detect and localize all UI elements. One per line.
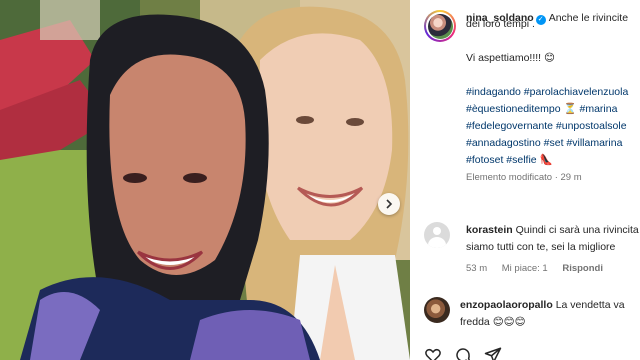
comment-username[interactable]: enzopaolaoropallo — [460, 299, 553, 311]
comment-username[interactable]: korastein — [466, 224, 513, 236]
hashtags-line-3[interactable]: #fedelegovernante #unpostoalsole — [466, 118, 640, 135]
comment-text-line-2: siamo tutti con te, sei la migliore — [466, 241, 616, 253]
hashtags-line-4[interactable]: #annadagostino #set #villamarina — [466, 135, 640, 152]
edited-time: · 29 m — [554, 172, 582, 183]
next-photo-button[interactable] — [378, 193, 400, 215]
reply-button[interactable]: Rispondi — [562, 263, 603, 274]
caption-text: dei loro tempi . Vi aspettiamo!!!! 😊 #in… — [466, 16, 640, 186]
edited-status: Elemento modificato · 29 m — [466, 169, 640, 186]
commenter-avatar[interactable] — [424, 297, 450, 323]
post-details-panel: nina_soldano ✓ Anche le rivincite dei loro… — [410, 0, 640, 360]
comment-icon[interactable] — [454, 346, 472, 360]
comment-text-line-1: La vendetta va — [555, 299, 625, 311]
comment-time: 53 m — [466, 263, 488, 274]
comment-text-line-2: fredda 😊😊😊 — [460, 316, 526, 328]
comment-item: enzopaolaoropallo La vendetta va fredda … — [424, 297, 640, 331]
author-avatar[interactable] — [424, 10, 456, 42]
default-avatar-icon[interactable] — [424, 222, 450, 248]
comment-text-line-1: Quindi ci sarà una rivincita — [515, 224, 639, 236]
paper-plane-icon[interactable] — [484, 346, 502, 360]
comment-likes[interactable]: Mi piace: 1 — [502, 263, 548, 274]
chevron-right-icon — [386, 199, 393, 209]
caption-line-3: Vi aspettiamo!!!! 😊 — [466, 52, 555, 64]
hashtags-line-1[interactable]: #indagando #parolachiavelenzuola — [466, 84, 640, 101]
post-photo[interactable] — [0, 0, 410, 360]
hashtags-line-5[interactable]: #fotoset #selfie 👠 — [466, 152, 640, 169]
edited-label: Elemento modificato — [466, 172, 553, 183]
heart-icon[interactable] — [424, 346, 442, 360]
hashtags-line-2[interactable]: #èquestioneditempo ⏳ #marina — [466, 101, 640, 118]
author-photo — [427, 13, 453, 39]
selfie-image — [0, 0, 410, 360]
post-actions — [424, 346, 502, 360]
comment-item: korastein Quindi ci sarà una rivincita s… — [424, 222, 640, 277]
caption-line-2: dei loro tempi . — [466, 18, 535, 30]
